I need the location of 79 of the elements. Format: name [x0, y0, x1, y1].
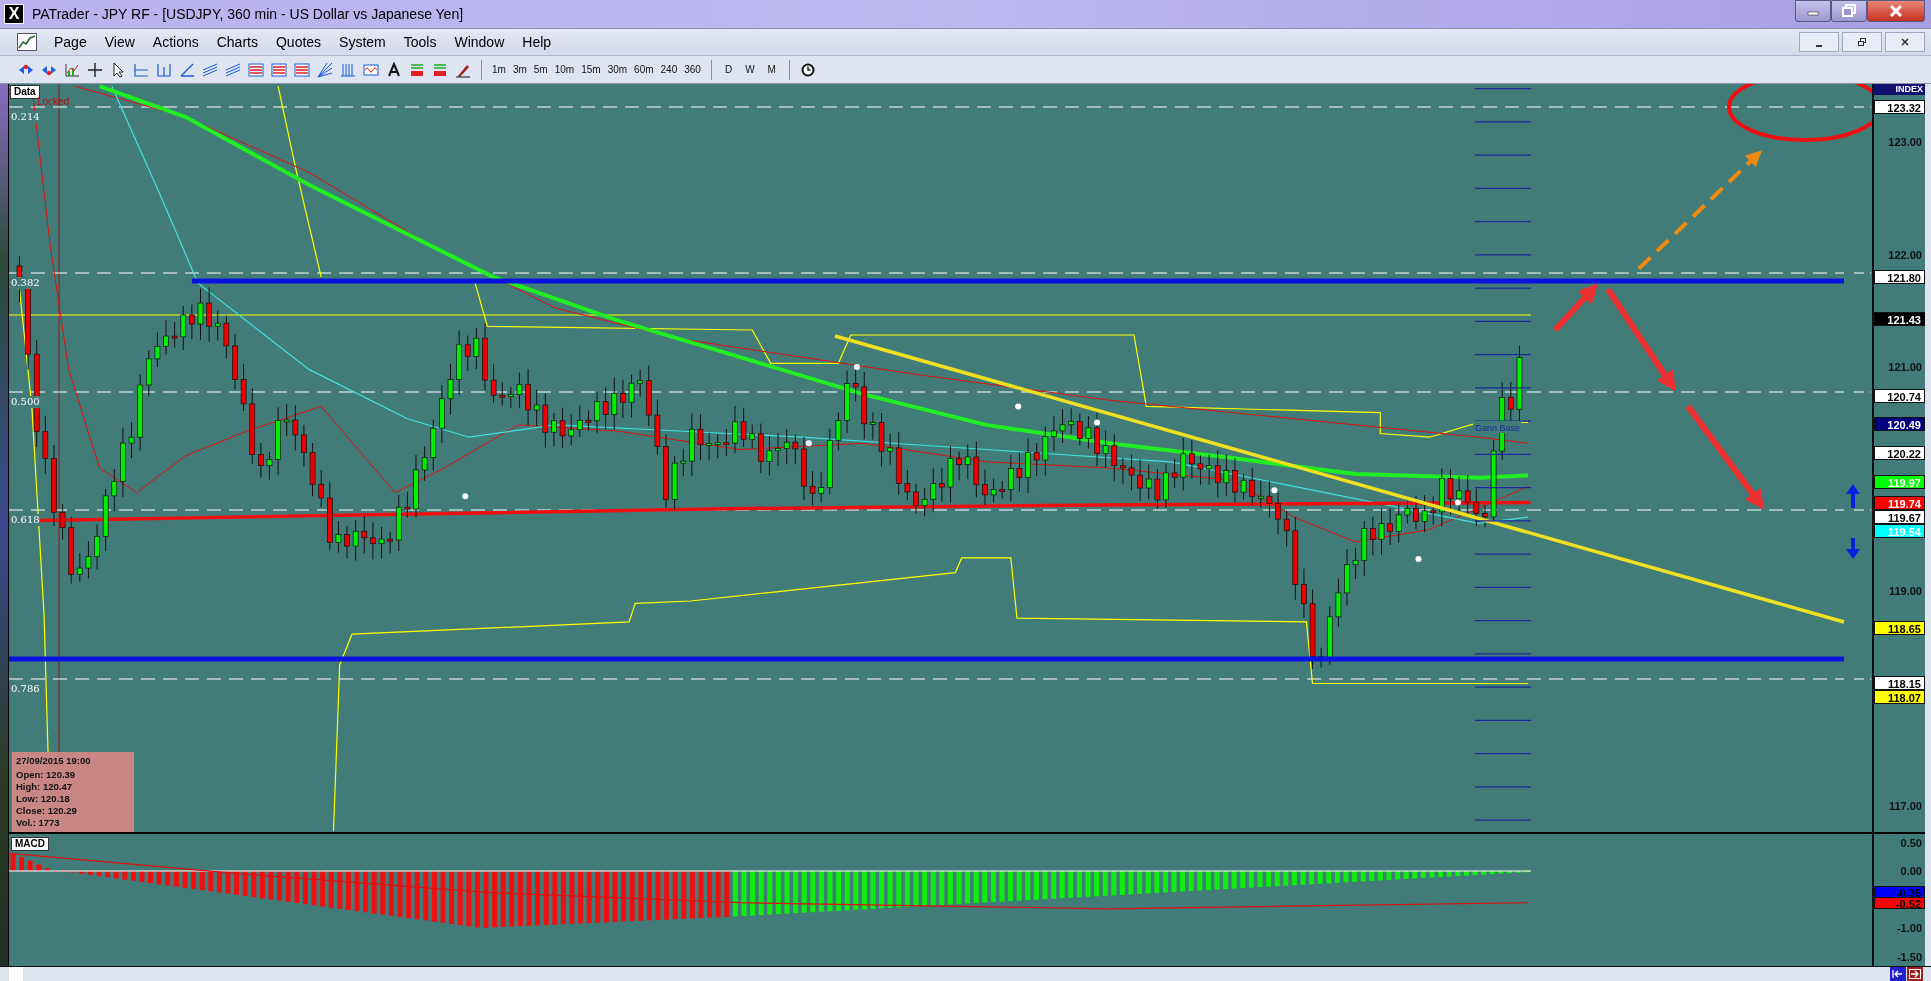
price-tag: 120.22 [1874, 446, 1925, 460]
price-tag: 118.07 [1874, 690, 1925, 704]
close-button[interactable] [1867, 0, 1925, 22]
period-button[interactable]: W [740, 60, 760, 79]
timeframe-button[interactable]: 240 [658, 60, 680, 79]
price-tag: 118.65 [1874, 621, 1925, 635]
down-arrow-icon [1846, 538, 1860, 559]
chart-icon[interactable] [17, 33, 37, 51]
price-info: Vol.: 1773 [16, 817, 60, 829]
window-title: PATrader - JPY RF - [USDJPY, 360 min - US Dollar vs Japanese Yen] [32, 6, 464, 22]
axis-tick-label: 117.00 [1888, 799, 1922, 813]
scroll-start-icon[interactable] [1890, 967, 1906, 981]
minimize-icon [1816, 45, 1822, 47]
indicator-label: MACD [11, 837, 49, 851]
timeframe-button[interactable]: 360 [682, 60, 703, 79]
axis-tick-label: 123.00 [1888, 135, 1922, 149]
price-tag: 119.74 [1874, 496, 1925, 510]
menu-item[interactable]: Actions [143, 34, 208, 50]
menu-item[interactable]: System [330, 34, 395, 50]
price-tag: 120.74 [1874, 389, 1925, 403]
menu-item[interactable]: Help [513, 34, 561, 50]
minimize-button[interactable] [1795, 0, 1831, 22]
price-info: High: 120.47 [16, 781, 72, 793]
fibonacci-label: 0.618 [11, 514, 40, 525]
close-icon [1888, 4, 1904, 18]
restore-icon [1857, 37, 1867, 47]
timeframe-button[interactable]: 1m [490, 60, 508, 79]
timeframe-button[interactable]: 15m [579, 60, 603, 79]
axis-tick-label: 122.00 [1888, 248, 1922, 262]
price-info: Close: 120.29 [16, 805, 77, 817]
fibonacci-label: 0.214 [11, 111, 40, 122]
date-time: 27/09/2015 19:00 [16, 755, 91, 767]
restore-icon [1841, 4, 1857, 18]
menu-item[interactable]: Tools [394, 34, 446, 50]
menu-item[interactable]: Window [445, 34, 514, 50]
price-tag: 118.15 [1874, 676, 1925, 690]
timeframe-button[interactable]: 10m [552, 60, 577, 79]
restore-button[interactable] [1842, 32, 1882, 52]
arrow [1552, 283, 1599, 333]
timeframe-button[interactable]: 60m [632, 60, 656, 79]
axis-tick-label: 119.00 [1888, 584, 1922, 598]
fibonacci-label: 0.500 [11, 396, 40, 407]
axis-tick-label: 0.00 [1900, 864, 1922, 878]
close-icon [1900, 37, 1910, 47]
axis-tick-label: -1.00 [1896, 921, 1922, 935]
maximize-button[interactable] [1831, 0, 1867, 22]
price-info: Low: 120.18 [16, 793, 70, 805]
fibonacci-label: 0.786 [11, 683, 40, 694]
up-arrow-icon [1846, 484, 1860, 508]
app-icon: X [4, 4, 24, 24]
price-tag: 121.43 [1874, 312, 1925, 326]
menu-item[interactable]: Page [45, 34, 96, 50]
scroll-end-icon[interactable] [1907, 967, 1923, 981]
scroll-thumb[interactable] [9, 967, 23, 981]
menu-item[interactable]: View [95, 34, 144, 50]
axis-tick-label: 0.50 [1900, 836, 1922, 850]
price-tag: 119.67 [1874, 510, 1925, 524]
axis-tick-label: 121.00 [1888, 360, 1922, 374]
data-tab[interactable]: Data [10, 85, 40, 99]
fibonacci-label: 0.382 [11, 277, 40, 288]
price-tag: 119.97 [1874, 475, 1925, 489]
axis-tick-label: -1.50 [1896, 950, 1922, 964]
value-tag: -0.35 [1874, 886, 1925, 898]
axis-header: INDEX [1874, 84, 1925, 95]
price-tag: 121.80 [1874, 270, 1925, 284]
price-tag: 120.49 [1874, 417, 1925, 431]
menu-item[interactable]: Charts [207, 34, 267, 50]
timeframe-button[interactable]: 5m [531, 60, 550, 79]
price-tag: 119.54 [1874, 524, 1925, 538]
status-label: Locked [37, 96, 70, 107]
study-label: Gann Base [1475, 423, 1521, 433]
price-info: Open: 120.39 [16, 769, 76, 781]
period-button[interactable]: D [719, 60, 738, 79]
price-tag: 123.32 [1874, 100, 1925, 114]
menu-item[interactable]: Quotes [266, 34, 331, 50]
timeframe-button[interactable]: 3m [510, 60, 529, 79]
period-button[interactable]: M [762, 60, 781, 79]
value-tag: -0.52 [1874, 897, 1925, 909]
timeframe-button[interactable]: 30m [605, 60, 630, 79]
